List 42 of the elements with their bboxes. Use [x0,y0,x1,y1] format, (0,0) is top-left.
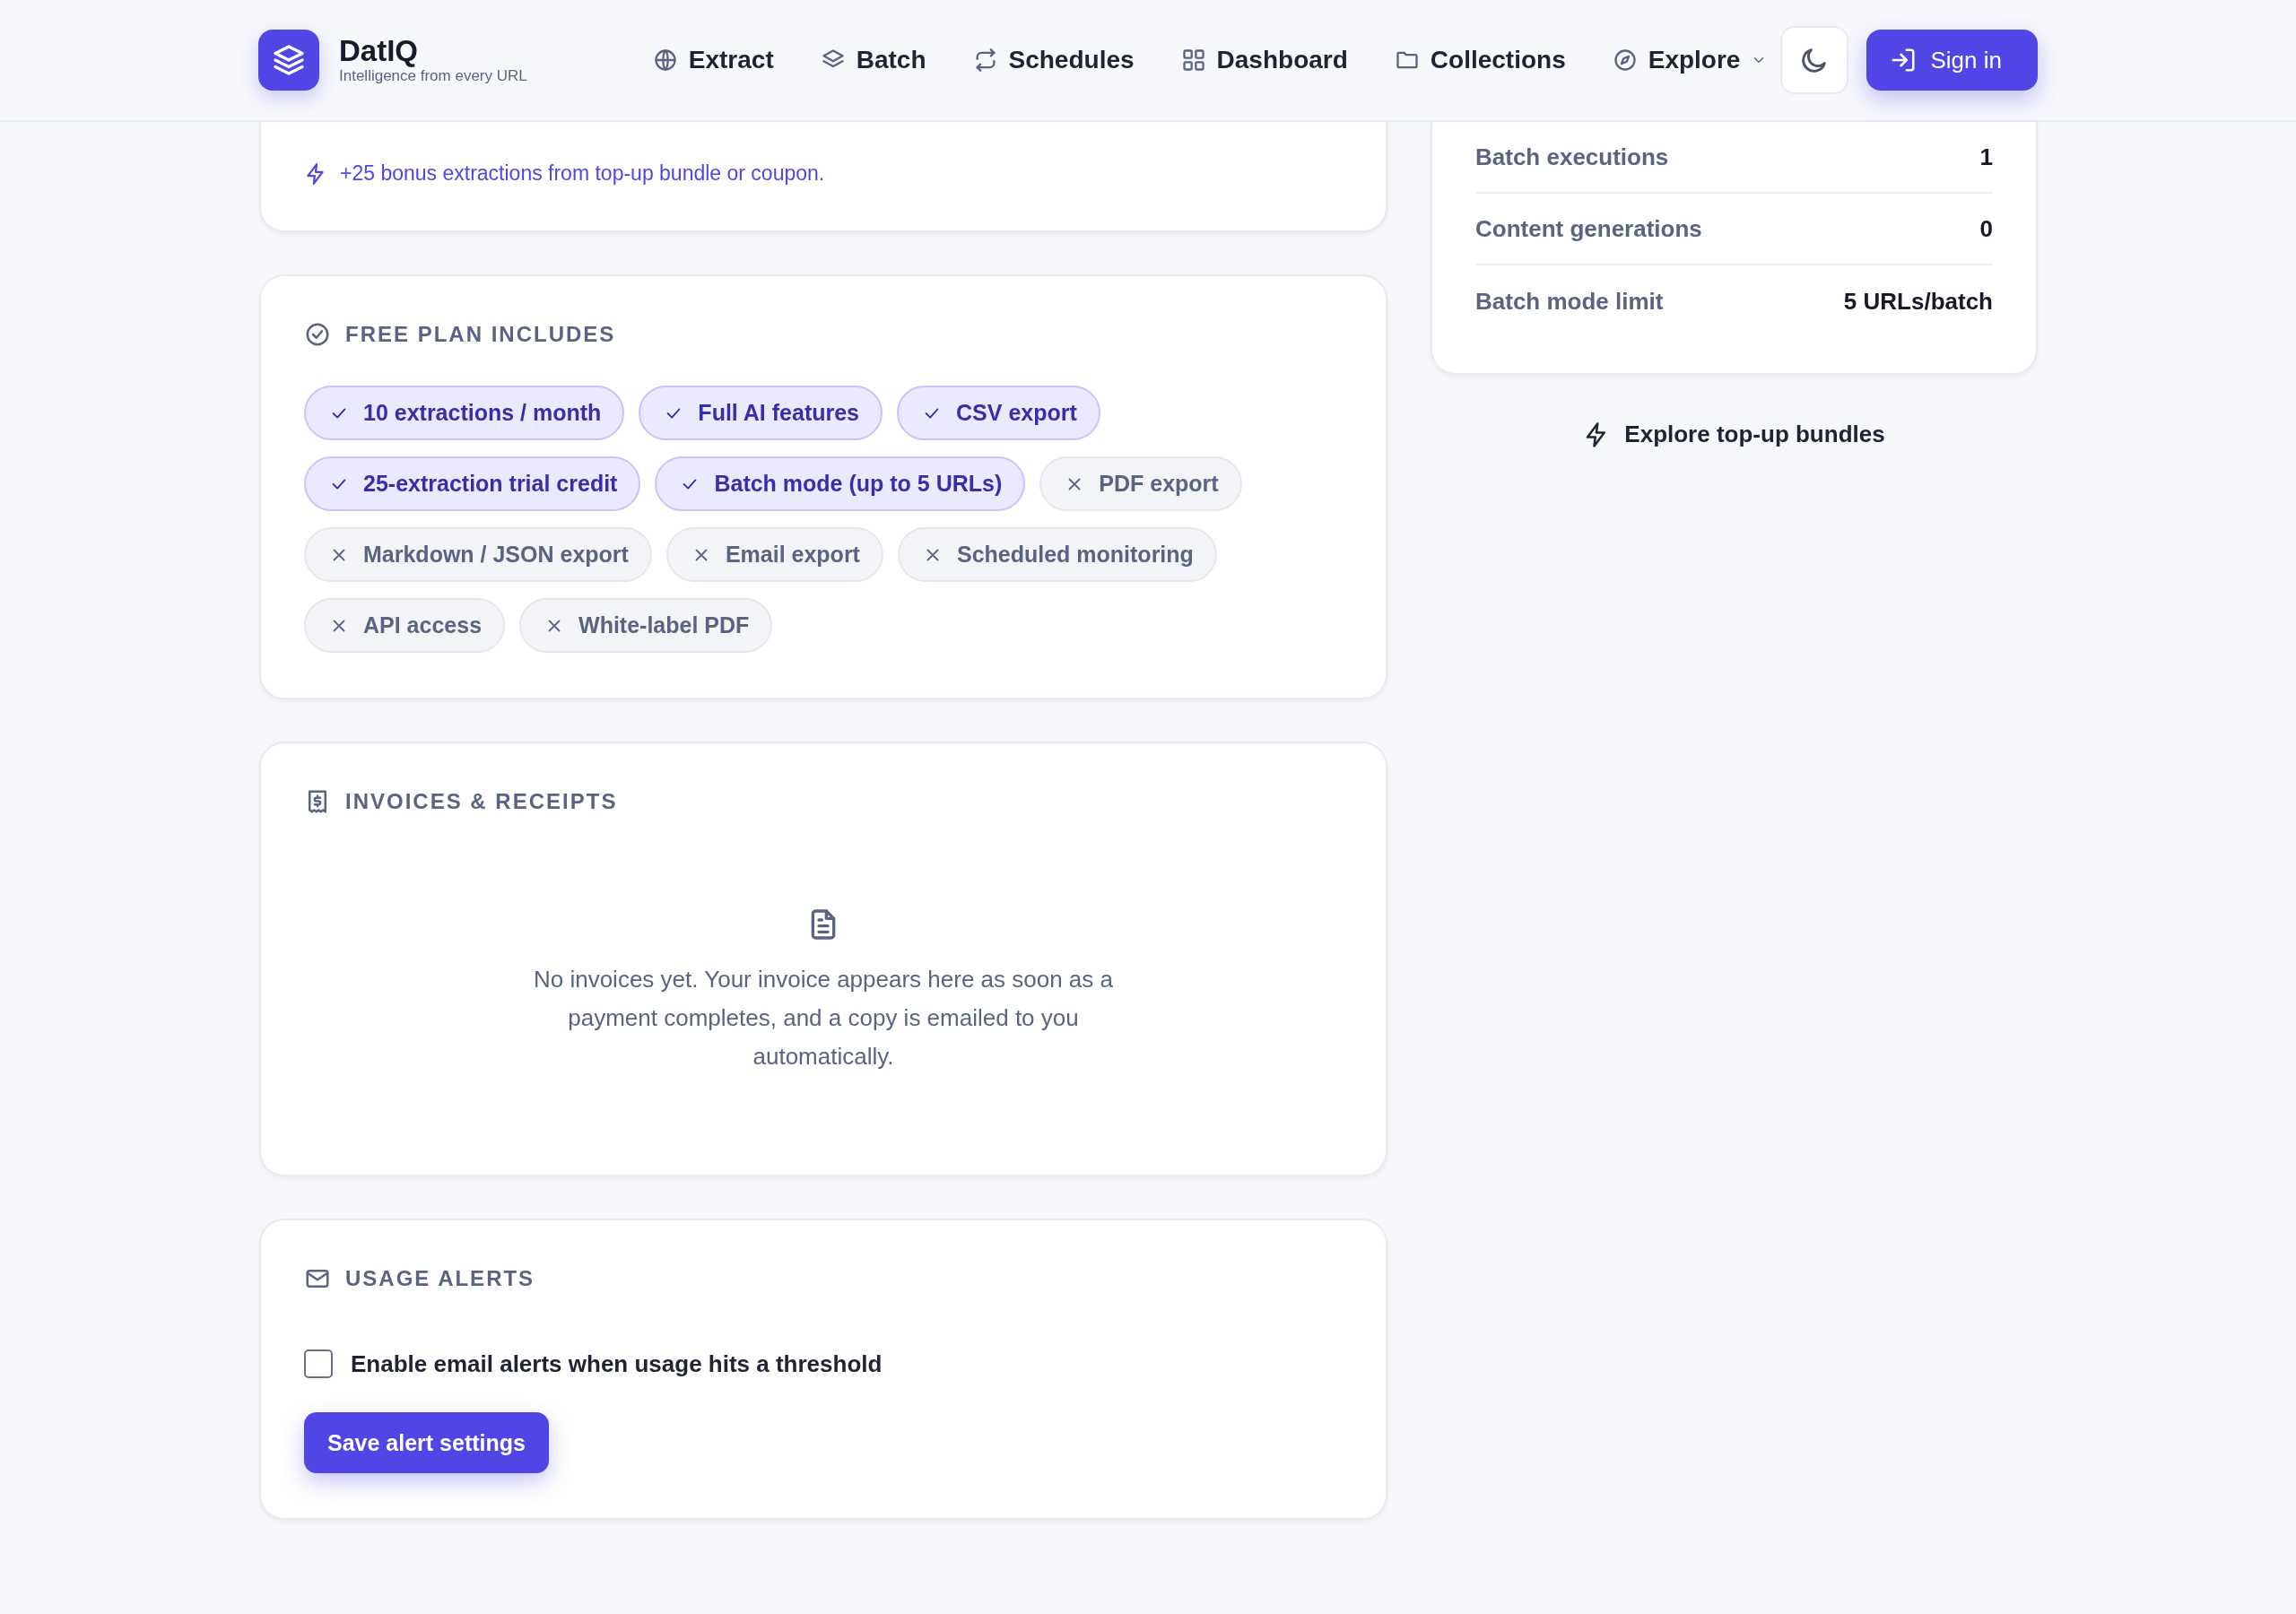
feature-chip: API access [304,598,506,653]
nav-link[interactable]: Schedules [972,46,1135,74]
compass-icon [1612,48,1638,73]
stat-label: Batch executions [1475,143,1669,171]
checkbox[interactable] [304,1349,333,1378]
brand-tagline: Intelligence from every URL [339,67,527,86]
empty-state-message: No invoices yet. Your invoice appears here as soon as a payment completes, and a copy is emailed to you automatically. [532,965,1115,1072]
grid-icon [1180,48,1206,73]
feature-chip: 10 extractions / month [304,386,625,440]
globe-icon [652,48,678,73]
feature-chip: Batch mode (up to 5 URLs) [655,456,1026,511]
nav-link[interactable]: Dashboard [1180,46,1348,74]
feature-chip: Email export [665,527,883,582]
stat-value: 1 [1979,143,1993,171]
sign-in-button[interactable]: Sign in [1866,30,2038,91]
stat-value: 0 [1979,214,1993,243]
section-title: USAGE ALERTS [345,1266,535,1291]
feature-chip: 25-extraction trial credit [304,456,641,511]
feature-chip: Full AI features [639,386,883,440]
feature-chip: CSV export [897,386,1100,440]
bonus-note: +25 bonus extractions from top-up bundle or coupon. [340,161,825,186]
stat-value: 5 URLs/batch [1843,287,1993,316]
theme-toggle-button[interactable] [1779,26,1848,94]
feature-chip: Markdown / JSON export [304,527,652,582]
nav-link[interactable]: Collections [1394,46,1566,74]
nav-link[interactable]: Explore [1612,46,1768,74]
section-title: FREE PLAN INCLUDES [345,322,616,347]
section-title: INVOICES & RECEIPTS [345,789,618,814]
feature-chip: PDF export [1039,456,1242,511]
nav-link[interactable]: Extract [652,46,774,74]
layers-icon [271,42,307,78]
feature-chip: Scheduled monitoring [897,527,1217,582]
checkbox-label[interactable]: Enable email alerts when usage hits a threshold [351,1349,883,1378]
top-up-link[interactable]: Explore top-up bundles [1578,420,1891,449]
stat-label: Content generations [1475,214,1702,243]
brand-name: DatIQ [339,34,419,68]
check-circle-icon [304,321,331,348]
stat-label: Batch mode limit [1475,287,1664,316]
save-button[interactable]: Save alert settings [304,1412,549,1473]
feature-chip: White-label PDF [519,598,773,653]
logo[interactable] [258,30,319,91]
nav-link[interactable]: Batch [820,46,926,74]
